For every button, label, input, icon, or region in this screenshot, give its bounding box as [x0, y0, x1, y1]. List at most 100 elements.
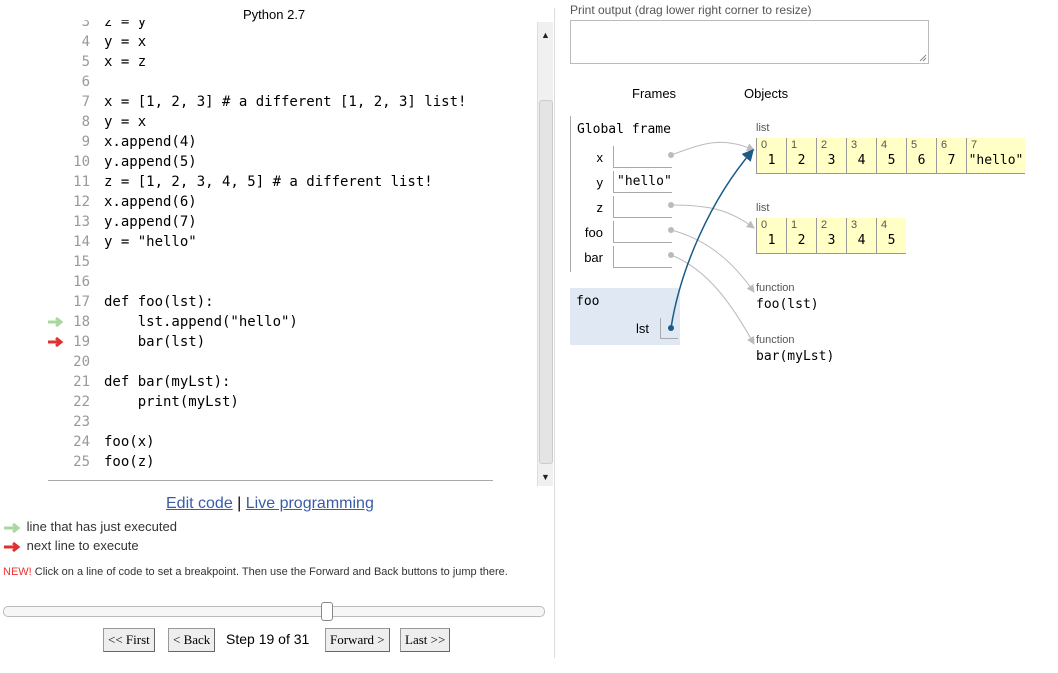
line-number[interactable]: 23 — [48, 412, 90, 432]
line-number[interactable]: 12 — [48, 192, 90, 212]
code-text[interactable]: z = y — [104, 20, 146, 32]
list2-label: list — [756, 202, 770, 214]
code-text[interactable]: y.append(5) — [104, 152, 197, 172]
list-cell-index: 3 — [851, 219, 858, 231]
line-number[interactable]: 3 — [48, 20, 90, 32]
code-text[interactable]: z = [1, 2, 3, 4, 5] # a different list! — [104, 172, 433, 192]
live-programming-link[interactable]: Live programming — [246, 495, 374, 512]
code-listing[interactable]: 3 z = y 4 y = x 5 x = z 67 x = [1, 2, 3] # a di… — [48, 20, 493, 481]
func-bar-name: bar(myLst) — [756, 349, 835, 364]
code-text[interactable]: foo(z) — [104, 452, 155, 472]
code-text[interactable]: bar(lst) — [104, 332, 205, 352]
objects-header: Objects — [744, 86, 789, 101]
line-number[interactable]: 9 — [48, 132, 90, 152]
foo-frame-title: foo — [576, 294, 600, 309]
global-var-z: z — [596, 200, 604, 215]
line-number[interactable]: 18 — [48, 312, 90, 332]
list-cell-index: 4 — [881, 139, 888, 151]
code-text[interactable]: def foo(lst): — [104, 292, 214, 312]
list-object-1: 0 1 1 2 2 3 3 4 4 5 5 6 6 7 7 "hello" — [756, 138, 1025, 174]
list-cell-value: 4 — [857, 233, 866, 248]
legend-next-line-text: next line to execute — [26, 538, 139, 553]
line-number[interactable]: 4 — [48, 32, 90, 52]
list-cell-index: 1 — [791, 219, 798, 231]
list-cell-value: 5 — [887, 233, 896, 248]
link-separator: | — [237, 495, 242, 512]
list-cell-index: 1 — [791, 139, 798, 151]
line-number[interactable]: 22 — [48, 392, 90, 412]
line-number[interactable]: 19 — [48, 332, 90, 352]
foo-frame: foo lst — [570, 288, 680, 345]
line-number[interactable]: 17 — [48, 292, 90, 312]
list-cell-value: 1 — [767, 153, 776, 168]
code-text[interactable]: y = "hello" — [104, 232, 197, 252]
line-number[interactable]: 6 — [48, 72, 90, 92]
forward-button[interactable]: Forward > — [325, 628, 390, 652]
line-number[interactable]: 11 — [48, 172, 90, 192]
global-var-y: y — [596, 175, 604, 190]
global-var-box-x — [613, 146, 672, 168]
list-cell-index: 6 — [941, 139, 948, 151]
list-cell: 67 — [936, 138, 966, 174]
step-slider-handle[interactable] — [321, 602, 333, 621]
global-frame: Global frame x y "hello" z foo bar — [570, 116, 683, 272]
list-cell: 01 — [756, 138, 786, 174]
list-cell-value: "hello" — [968, 153, 1024, 168]
line-number[interactable]: 14 — [48, 232, 90, 252]
list-cell-value: 2 — [797, 233, 806, 248]
code-text[interactable]: foo(x) — [104, 432, 155, 452]
code-text[interactable]: x = [1, 2, 3] # a different [1, 2, 3] li… — [104, 92, 466, 112]
code-text[interactable]: lst.append("hello") — [104, 312, 298, 332]
global-var-box-bar — [613, 246, 672, 268]
line-number[interactable]: 15 — [48, 252, 90, 272]
line-number[interactable]: 8 — [48, 112, 90, 132]
list-cell-value: 3 — [827, 233, 836, 248]
line-number[interactable]: 5 — [48, 52, 90, 72]
code-scrollbar[interactable]: ▲ ▼ — [537, 22, 553, 486]
line-number[interactable]: 7 — [48, 92, 90, 112]
code-text[interactable]: y = x — [104, 112, 146, 132]
line-number[interactable]: 10 — [48, 152, 90, 172]
list-cell-value: 2 — [797, 153, 806, 168]
list-cell-index: 3 — [851, 139, 858, 151]
print-output-box[interactable] — [570, 20, 929, 64]
scroll-thumb[interactable] — [539, 100, 553, 464]
scroll-up-icon[interactable]: ▲ — [538, 28, 553, 43]
panel-divider — [554, 8, 555, 658]
line-number[interactable]: 13 — [48, 212, 90, 232]
step-counter: Step 19 of 31 — [226, 631, 310, 647]
list-cell-index: 0 — [761, 139, 768, 151]
list-cell: 01 — [756, 218, 786, 254]
step-slider[interactable] — [3, 602, 545, 621]
list-cell: 23 — [816, 218, 846, 254]
code-text[interactable]: x.append(4) — [104, 132, 197, 152]
line-number[interactable]: 20 — [48, 352, 90, 372]
list-cell-value: 7 — [947, 153, 956, 168]
line-number[interactable]: 21 — [48, 372, 90, 392]
code-text[interactable]: x.append(6) — [104, 192, 197, 212]
code-text[interactable]: y = x — [104, 32, 146, 52]
code-text[interactable]: def bar(myLst): — [104, 372, 230, 392]
func-bar-label: function — [756, 334, 795, 346]
back-button[interactable]: < Back — [168, 628, 216, 652]
code-text[interactable]: x = z — [104, 52, 146, 72]
global-var-x: x — [596, 150, 604, 165]
line-number[interactable]: 24 — [48, 432, 90, 452]
list-cell-index: 5 — [911, 139, 918, 151]
code-text[interactable]: print(myLst) — [104, 392, 239, 412]
list-cell-value: 3 — [827, 153, 836, 168]
last-button[interactable]: Last >> — [400, 628, 451, 652]
frames-header: Frames — [632, 86, 677, 101]
line-number[interactable]: 16 — [48, 272, 90, 292]
edit-code-link[interactable]: Edit code — [166, 495, 233, 512]
foo-var-lst-box — [660, 318, 678, 339]
list-cell-value: 4 — [857, 153, 866, 168]
line-number[interactable]: 25 — [48, 452, 90, 472]
code-text[interactable]: y.append(7) — [104, 212, 197, 232]
scroll-down-icon[interactable]: ▼ — [538, 470, 553, 485]
resize-grip-icon[interactable] — [919, 54, 927, 62]
list-cell-index: 0 — [761, 219, 768, 231]
first-button[interactable]: << First — [103, 628, 155, 652]
list-cell-value: 5 — [887, 153, 896, 168]
list-cell-index: 2 — [821, 139, 828, 151]
